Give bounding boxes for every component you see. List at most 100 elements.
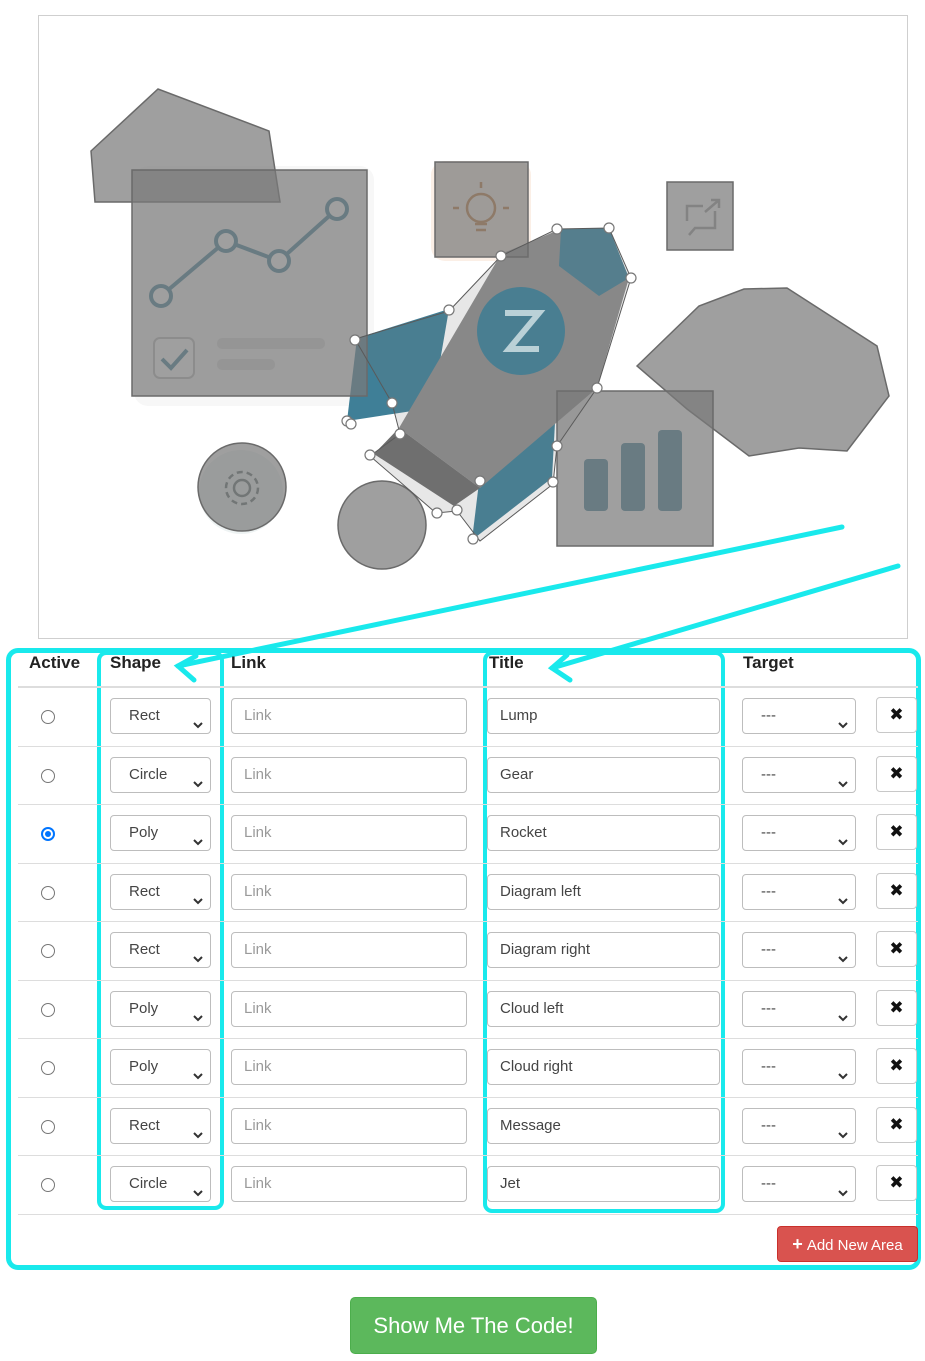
link-input[interactable]: Link (231, 815, 467, 851)
delete-area-button[interactable]: ✖ (876, 872, 917, 909)
delete-area-button[interactable]: ✖ (876, 1048, 917, 1084)
shape-select[interactable]: Rect (110, 873, 211, 910)
header-link: Link (231, 653, 266, 672)
chevron-down-icon (837, 769, 849, 803)
shape-select[interactable]: Rect (110, 698, 211, 734)
title-input[interactable]: Cloud right (487, 1049, 720, 1085)
active-radio[interactable] (41, 944, 55, 958)
target-select-value: --- (761, 1175, 776, 1192)
shape-select[interactable]: Poly (110, 990, 211, 1027)
row-divider (18, 804, 918, 805)
image-map-canvas[interactable] (38, 15, 908, 639)
target-select[interactable]: --- (742, 1049, 856, 1085)
link-input[interactable]: Link (231, 1107, 467, 1144)
link-input[interactable]: Link (231, 1049, 467, 1085)
shape-select[interactable]: Circle (110, 756, 211, 793)
title-input[interactable]: Diagram left (487, 873, 720, 910)
close-icon: ✖ (889, 822, 904, 841)
target-select[interactable]: --- (742, 756, 856, 793)
add-new-area-button[interactable]: + Add New Area (777, 1226, 918, 1262)
shape-select-value: Poly (129, 1058, 159, 1075)
shape-select-value: Poly (129, 824, 159, 841)
delete-area-button[interactable]: ✖ (876, 1106, 917, 1143)
target-select[interactable]: --- (742, 932, 856, 968)
chevron-down-icon (837, 944, 849, 978)
close-icon: ✖ (889, 880, 904, 900)
area-diagram-right[interactable] (556, 390, 714, 547)
target-select-value: --- (761, 765, 776, 783)
chevron-down-icon (837, 710, 849, 744)
chevron-down-icon (837, 1120, 849, 1154)
delete-area-button[interactable]: ✖ (876, 1165, 917, 1201)
shape-select-value: Circle (129, 765, 168, 783)
target-select[interactable]: --- (742, 698, 856, 734)
title-input[interactable]: Gear (487, 756, 720, 793)
link-input[interactable]: Link (231, 1166, 467, 1202)
target-select[interactable]: --- (742, 1107, 856, 1144)
shape-select[interactable]: Circle (110, 1166, 211, 1202)
target-select[interactable]: --- (742, 815, 856, 851)
target-select[interactable]: --- (742, 873, 856, 910)
row-divider (18, 1213, 918, 1215)
target-select[interactable]: --- (742, 1166, 856, 1202)
title-input[interactable]: Message (487, 1107, 720, 1144)
target-select-value: --- (761, 999, 776, 1017)
active-radio[interactable] (41, 827, 55, 841)
delete-area-button[interactable]: ✖ (876, 931, 917, 967)
title-input[interactable]: Diagram right (487, 932, 720, 968)
shape-select[interactable]: Poly (110, 815, 211, 851)
row-divider (18, 745, 918, 747)
delete-area-button[interactable]: ✖ (876, 755, 917, 792)
link-input[interactable]: Link (231, 932, 467, 968)
close-icon: ✖ (889, 997, 904, 1017)
title-input[interactable]: Jet (487, 1166, 720, 1202)
show-code-button[interactable]: Show Me The Code! (350, 1297, 597, 1354)
chevron-down-icon (837, 1061, 849, 1095)
link-input[interactable]: Link (231, 698, 467, 734)
chevron-down-icon (192, 1061, 204, 1095)
active-radio[interactable] (41, 1178, 55, 1192)
shape-select[interactable]: Poly (110, 1049, 211, 1085)
link-input[interactable]: Link (231, 990, 467, 1027)
active-radio[interactable] (41, 1061, 55, 1075)
target-select-value: --- (761, 882, 776, 900)
row-divider (18, 979, 918, 981)
add-new-area-label: Add New Area (806, 1237, 903, 1254)
delete-area-button[interactable]: ✖ (876, 814, 917, 850)
close-icon: ✖ (889, 1173, 904, 1192)
shape-select[interactable]: Rect (110, 932, 211, 968)
area-diagram-left[interactable] (131, 169, 368, 397)
header-target: Target (743, 653, 794, 672)
area-jet[interactable] (337, 480, 427, 570)
delete-area-button[interactable]: ✖ (876, 697, 917, 733)
area-gear[interactable] (197, 442, 287, 532)
active-radio[interactable] (41, 710, 55, 724)
target-select-value: --- (761, 1058, 776, 1075)
shape-select-value: Rect (129, 941, 160, 958)
title-input[interactable]: Rocket (487, 815, 720, 851)
link-input[interactable]: Link (231, 756, 467, 793)
active-radio[interactable] (41, 768, 55, 783)
target-select-value: --- (761, 941, 776, 958)
area-message[interactable] (666, 181, 734, 251)
close-icon: ✖ (889, 705, 904, 724)
header-shape: Shape (110, 653, 162, 672)
chevron-down-icon (192, 827, 204, 861)
header-active: Active (29, 653, 81, 672)
title-input[interactable]: Cloud left (487, 990, 720, 1027)
area-lump[interactable] (434, 161, 529, 258)
title-input[interactable]: Lump (487, 698, 720, 734)
close-icon: ✖ (889, 763, 904, 783)
row-divider (18, 921, 918, 922)
active-radio[interactable] (41, 885, 55, 900)
shape-select-value: Circle (129, 1175, 168, 1192)
illustration (90, 88, 890, 570)
target-select[interactable]: --- (742, 990, 856, 1027)
active-radio[interactable] (41, 1119, 55, 1134)
shape-select[interactable]: Rect (110, 1107, 211, 1144)
delete-area-button[interactable]: ✖ (876, 989, 917, 1026)
chevron-down-icon (192, 886, 204, 920)
link-input[interactable]: Link (231, 873, 467, 910)
active-radio[interactable] (41, 1002, 55, 1017)
plus-icon: + (792, 1234, 803, 1254)
